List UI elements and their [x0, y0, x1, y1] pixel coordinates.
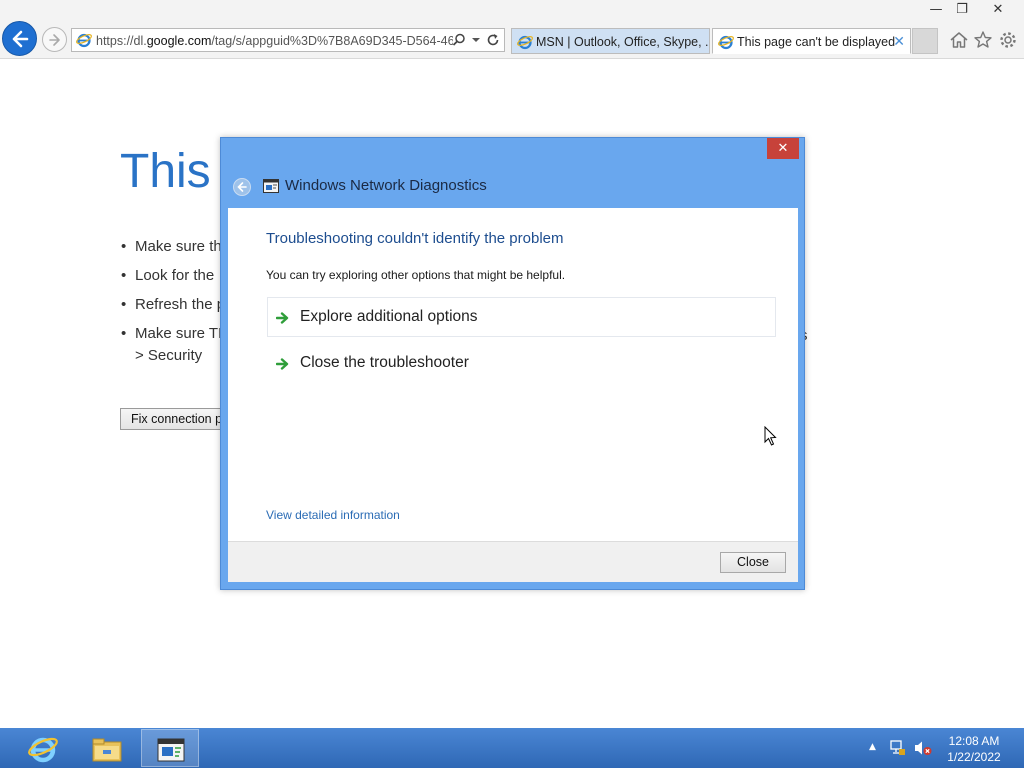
- browser-chrome: — ❐ ✕ https://dl.google.com/tag/s/appgui…: [0, 0, 1024, 59]
- list-item: Make sure th: [121, 236, 226, 265]
- volume-muted-icon[interactable]: [914, 740, 932, 756]
- internet-explorer-icon: [28, 737, 58, 763]
- page-title: This: [120, 145, 211, 198]
- taskbar-file-explorer[interactable]: [78, 729, 136, 767]
- close-button[interactable]: Close: [720, 552, 786, 573]
- address-bar[interactable]: https://dl.google.com/tag/s/appguid%3D%7…: [71, 28, 505, 52]
- tab-error-page[interactable]: This page can't be displayed ✕: [712, 28, 911, 54]
- dialog-description: You can try exploring other options that…: [266, 268, 566, 282]
- dropdown-icon[interactable]: [471, 35, 481, 45]
- network-diagnostics-icon: [263, 179, 279, 193]
- suggestion-list: Make sure th Look for the Refresh the p …: [121, 236, 226, 377]
- forward-button[interactable]: [42, 27, 67, 52]
- ie-page-icon: [76, 33, 92, 48]
- list-item: Make sure TL> Security: [121, 323, 226, 377]
- back-arrow-icon: [12, 30, 29, 48]
- settings-gear-icon[interactable]: [997, 29, 1019, 51]
- tab-label: MSN | Outlook, Office, Skype, ...: [536, 35, 710, 49]
- taskbar: ▲ 12:08 AM 1/22/2022: [0, 728, 1024, 768]
- green-arrow-icon: [276, 312, 289, 324]
- new-tab-button[interactable]: [912, 28, 938, 54]
- address-url: https://dl.google.com/tag/s/appguid%3D%7…: [96, 34, 453, 48]
- green-arrow-icon: [276, 358, 289, 370]
- close-troubleshooter-button[interactable]: Close the troubleshooter: [267, 343, 776, 383]
- explore-options-button[interactable]: Explore additional options: [267, 297, 776, 337]
- dialog-title: Windows Network Diagnostics: [285, 177, 487, 194]
- network-status-icon[interactable]: [890, 740, 906, 756]
- mouse-cursor-icon: [764, 426, 777, 446]
- system-clock[interactable]: 12:08 AM 1/22/2022: [944, 733, 1004, 765]
- dialog-body: Troubleshooting couldn't identify the pr…: [228, 208, 798, 541]
- ie-page-icon: [517, 35, 533, 50]
- ie-page-icon: [718, 35, 734, 50]
- dialog-back-button[interactable]: [233, 178, 251, 196]
- network-diagnostics-icon: [157, 738, 185, 762]
- tab-msn[interactable]: MSN | Outlook, Office, Skype, ...: [511, 28, 710, 54]
- tab-close-icon[interactable]: ✕: [893, 29, 905, 53]
- home-icon[interactable]: [948, 29, 970, 51]
- list-item: Refresh the p: [121, 294, 226, 323]
- option-label: Explore additional options: [300, 308, 478, 325]
- back-button[interactable]: [2, 21, 37, 56]
- dialog-close-icon[interactable]: ✕: [767, 138, 799, 159]
- back-arrow-icon: [237, 182, 247, 192]
- network-diagnostics-dialog: ✕ Windows Network Diagnostics Troublesho…: [220, 137, 805, 590]
- view-details-link[interactable]: View detailed information: [266, 507, 400, 523]
- clock-date: 1/22/2022: [947, 750, 1001, 764]
- tab-label: This page can't be displayed: [737, 35, 896, 49]
- file-explorer-icon: [92, 738, 122, 762]
- refresh-icon[interactable]: [486, 33, 500, 47]
- dialog-footer: Close: [228, 541, 798, 582]
- list-item-subtext: > Security: [135, 347, 203, 364]
- taskbar-internet-explorer[interactable]: [14, 729, 72, 767]
- favorites-star-icon[interactable]: [972, 29, 994, 51]
- search-icon[interactable]: [452, 33, 466, 47]
- dialog-heading: Troubleshooting couldn't identify the pr…: [266, 230, 564, 247]
- forward-arrow-icon: [49, 34, 60, 46]
- restore-button[interactable]: ❐: [947, 0, 977, 20]
- show-hidden-icons-button[interactable]: ▲: [869, 742, 876, 752]
- list-item: Look for the: [121, 265, 226, 294]
- taskbar-network-diagnostics[interactable]: [141, 729, 199, 767]
- window-close-button[interactable]: ✕: [983, 0, 1013, 20]
- clock-time: 12:08 AM: [948, 734, 1000, 748]
- fix-connection-button[interactable]: Fix connection pr: [120, 408, 232, 430]
- option-label: Close the troubleshooter: [300, 354, 469, 371]
